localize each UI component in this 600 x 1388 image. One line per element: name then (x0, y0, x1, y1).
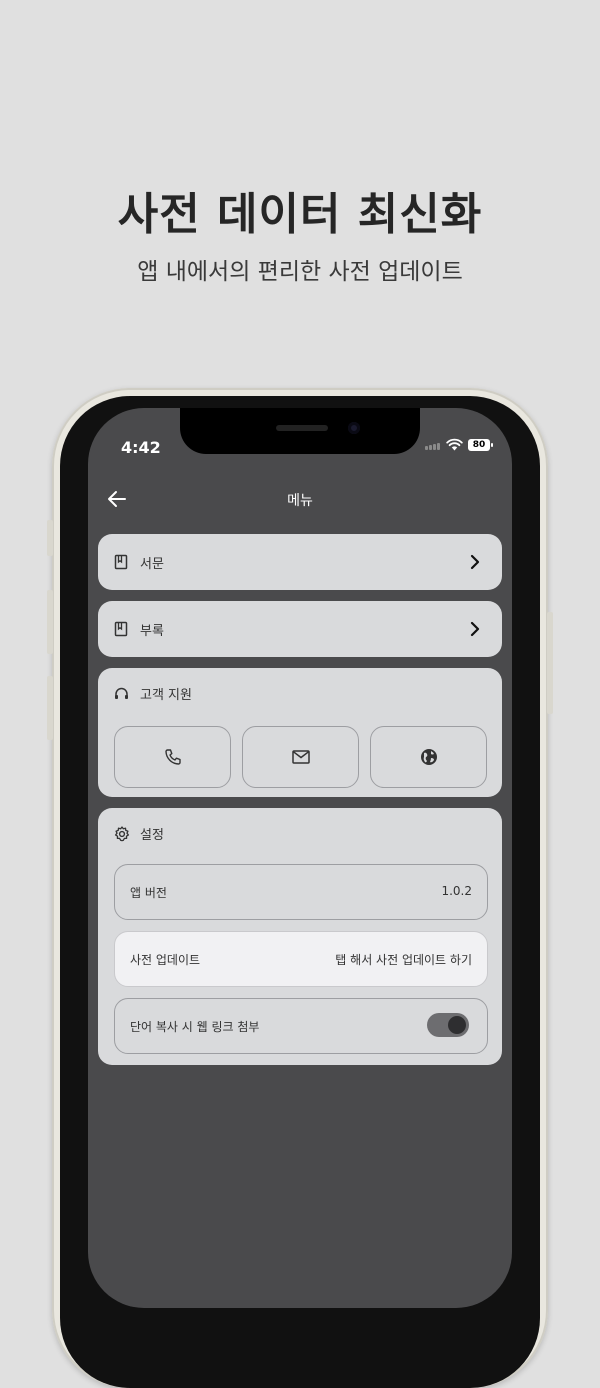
support-section: 고객 지원 (98, 668, 502, 797)
mail-icon (291, 750, 310, 764)
support-title: 고객 지원 (140, 688, 192, 703)
settings-section: 설정 앱 버전 1.0.2 사전 업데이트 탭 해서 사전 업데이트 하기 단어… (98, 808, 502, 1065)
phone-icon (164, 749, 181, 765)
phone-button[interactable] (114, 726, 231, 788)
volume-down-button (47, 676, 53, 740)
web-link-toggle[interactable] (427, 1013, 469, 1037)
globe-icon (420, 749, 437, 765)
status-time: 4:42 (121, 438, 161, 457)
front-camera (348, 422, 360, 434)
wifi-icon (446, 438, 463, 451)
app-version-value: 1.0.2 (441, 884, 472, 898)
hero-title: 사전 데이터 최신화 (117, 189, 483, 240)
app-version-label: 앱 버전 (130, 886, 167, 900)
nav-title: 메뉴 (287, 493, 313, 509)
chevron-right-icon (470, 554, 480, 570)
dictionary-update-action: 탭 해서 사전 업데이트 하기 (335, 953, 472, 967)
web-link-label: 단어 복사 시 웹 링크 첨부 (130, 1020, 260, 1034)
menu-item-appendix[interactable]: 부록 (98, 601, 502, 657)
dictionary-update-row[interactable]: 사전 업데이트 탭 해서 사전 업데이트 하기 (114, 931, 488, 987)
signal-icon (425, 440, 441, 450)
website-button[interactable] (370, 726, 487, 788)
mute-switch (47, 520, 53, 556)
menu-item-label: 부록 (140, 624, 164, 639)
menu-item-label: 서문 (140, 557, 164, 572)
hero-subtitle: 앱 내에서의 편리한 사전 업데이트 (137, 259, 463, 285)
status-icons: 80 (425, 438, 493, 451)
power-button (547, 612, 553, 714)
battery-indicator: 80 (468, 438, 493, 451)
dictionary-update-label: 사전 업데이트 (130, 953, 201, 967)
book-icon (114, 554, 128, 570)
app-version-row: 앱 버전 1.0.2 (114, 864, 488, 920)
web-link-row: 단어 복사 시 웹 링크 첨부 (114, 998, 488, 1054)
email-button[interactable] (242, 726, 359, 788)
headset-icon (115, 687, 128, 699)
notch (180, 408, 420, 454)
chevron-right-icon (470, 621, 480, 637)
menu-item-preface[interactable]: 서문 (98, 534, 502, 590)
toggle-knob (448, 1016, 466, 1034)
settings-title: 설정 (140, 828, 164, 843)
volume-up-button (47, 590, 53, 654)
gear-icon (114, 826, 130, 842)
speaker-grille (276, 425, 328, 431)
book-icon (114, 621, 128, 637)
phone-screen: 4:42 80 메뉴 서문 부록 고객 지원 설정 앱 버전 1.0.2 사전 … (88, 408, 512, 1308)
